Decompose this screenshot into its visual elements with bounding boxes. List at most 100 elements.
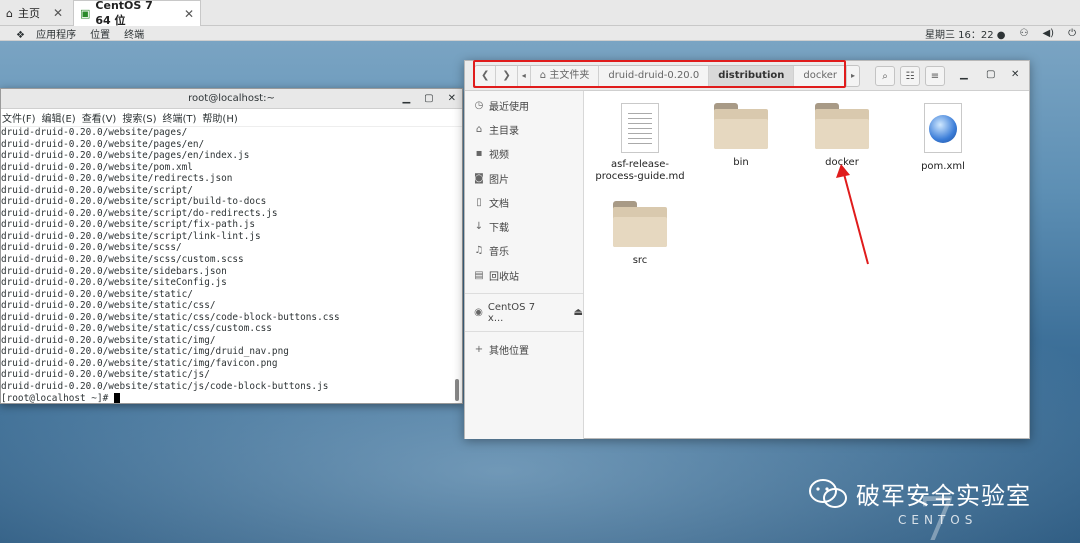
vm-tab-centos[interactable]: ▣ CentOS 7 64 位 ✕ (73, 0, 201, 27)
terminal-line: druid-druid-0.20.0/website/static/img/ (1, 334, 216, 346)
sidebar-item-documents[interactable]: ▯ 文档 (465, 190, 583, 214)
close-icon[interactable]: ✕ (53, 6, 63, 20)
maximize-button[interactable]: ▢ (986, 69, 995, 80)
maximize-button[interactable]: ▢ (424, 89, 433, 109)
sidebar-item-home[interactable]: ⌂ 主目录 (465, 117, 583, 141)
terminal-titlebar[interactable]: root@localhost:~ ▁ ▢ ✕ (1, 89, 462, 109)
vm-tab-label: 主页 (17, 7, 40, 20)
menu-view[interactable]: 查看(V) (82, 110, 117, 125)
volume-icon[interactable]: ◀) (1042, 28, 1054, 39)
terminal-line: druid-druid-0.20.0/website/script/do-red… (1, 207, 278, 219)
menu-edit[interactable]: 编辑(E) (42, 110, 76, 125)
sidebar-item-label: 最近使用 (489, 101, 529, 113)
sidebar-item-recent[interactable]: ◷ 最近使用 (465, 93, 583, 117)
file-name: src (632, 255, 648, 266)
file-item-pom-xml[interactable]: pom.xml (893, 103, 993, 172)
terminal-line: druid-druid-0.20.0/website/script/ (1, 184, 193, 196)
terminal-line: druid-druid-0.20.0/website/scss/ (1, 242, 182, 254)
highlight-box (473, 60, 846, 88)
terminal-line: druid-druid-0.20.0/website/static/img/dr… (1, 346, 289, 358)
vm-tab-bar: ⌂ 主页 ✕ ▣ CentOS 7 64 位 ✕ (0, 0, 1080, 27)
minimize-button[interactable]: ▁ (402, 89, 410, 109)
sidebar-item-videos[interactable]: ▪ 视频 (465, 142, 583, 166)
terminal-line: druid-druid-0.20.0/website/static/js/ (1, 369, 210, 381)
vm-icon: ▣ (80, 7, 91, 20)
folder-icon (613, 201, 667, 247)
menu-search[interactable]: 搜索(S) (122, 110, 156, 125)
network-icon[interactable]: ⚇ (1020, 28, 1029, 39)
disc-icon: ◉ (474, 307, 483, 319)
menu-terminal[interactable]: 终端(T) (163, 110, 197, 125)
clock[interactable]: 星期三 16：22 ● (925, 26, 1006, 41)
file-item-docker[interactable]: docker (792, 103, 892, 168)
terminal-line: druid-druid-0.20.0/website/pom.xml (1, 161, 193, 173)
file-item-bin[interactable]: bin (691, 103, 791, 168)
terminal-cursor (113, 393, 120, 403)
sidebar-item-pictures[interactable]: ◙ 图片 (465, 166, 583, 190)
vm-tab-home[interactable]: ⌂ 主页 ✕ (0, 0, 69, 26)
folder-icon (714, 103, 768, 149)
terminal-line: druid-druid-0.20.0/website/static/ (1, 288, 193, 300)
globe-icon (929, 115, 957, 143)
xml-file-icon (924, 103, 962, 153)
close-button[interactable]: ✕ (1011, 69, 1019, 80)
menu-button[interactable]: ≡ (925, 66, 945, 86)
view-toggle-button[interactable]: ☷ (900, 66, 920, 86)
terminal-window: root@localhost:~ ▁ ▢ ✕ 文件(F) 编辑(E) 查看(V)… (0, 88, 463, 404)
terminal-line: druid-druid-0.20.0/website/script/build-… (1, 196, 267, 208)
terminal-output[interactable]: druid-druid-0.20.0/website/pages/druid-d… (1, 127, 462, 403)
sidebar-item-other-locations[interactable]: + 其他位置 (465, 338, 583, 362)
terminal-menu[interactable]: 终端 (124, 26, 144, 41)
download-icon: ↓ (474, 221, 484, 233)
terminal-line: druid-druid-0.20.0/website/pages/ (1, 127, 188, 138)
power-icon[interactable]: ⏻ (1068, 28, 1076, 39)
video-icon: ▪ (475, 148, 483, 160)
sidebar-item-label: 图片 (489, 174, 509, 186)
apps-menu[interactable]: ❖ 应用程序 (8, 26, 76, 41)
watermark: 破军安全实验室 (808, 476, 1031, 511)
search-icon: ⌕ (882, 70, 888, 82)
close-button[interactable]: ✕ (448, 89, 456, 109)
file-grid: asf-release-process-guide.md bin docker … (585, 91, 1030, 439)
sidebar-item-label: 视频 (489, 150, 509, 162)
file-item-asf-release[interactable]: asf-release-process-guide.md (590, 103, 690, 183)
terminal-line: druid-druid-0.20.0/website/static/img/fa… (1, 357, 278, 369)
wechat-icon (809, 478, 847, 508)
home-icon: ⌂ (475, 123, 483, 135)
sidebar-divider (465, 330, 583, 332)
terminal-line: druid-druid-0.20.0/website/siteConfig.js (1, 277, 227, 289)
menu-file[interactable]: 文件(F) (2, 110, 36, 125)
file-name: asf-release-process-guide.md (595, 159, 685, 182)
terminal-line: druid-druid-0.20.0/website/script/fix-pa… (1, 219, 255, 231)
terminal-title: root@localhost:~ (188, 93, 275, 104)
camera-icon: ◙ (474, 172, 484, 184)
search-button[interactable]: ⌕ (875, 66, 895, 86)
terminal-line: druid-druid-0.20.0/website/sidebars.json (1, 265, 227, 277)
places-menu[interactable]: 位置 (90, 26, 110, 41)
terminal-scrollbar[interactable] (455, 379, 459, 401)
places-sidebar: ◷ 最近使用 ⌂ 主目录 ▪ 视频 ◙ 图片 ▯ 文档 ↓ 下载 ♫ 音乐 ▤ 回收站 ◉ Cen… (465, 91, 584, 439)
sidebar-divider (465, 293, 583, 295)
sidebar-item-label: CentOS 7 x... (487, 301, 536, 324)
sidebar-item-trash[interactable]: ▤ 回收站 (465, 263, 583, 287)
list-view-icon: ☷ (905, 70, 915, 82)
terminal-line: druid-druid-0.20.0/website/pages/en/ (1, 138, 205, 150)
close-icon[interactable]: ✕ (184, 7, 194, 21)
sidebar-item-device[interactable]: ◉ CentOS 7 x... ⏏ (465, 300, 583, 324)
path-scroll-right[interactable]: ▸ (847, 66, 859, 86)
minimize-button[interactable]: ▁ (960, 69, 968, 80)
plus-icon: + (474, 344, 484, 356)
terminal-line: druid-druid-0.20.0/website/static/css/cu… (1, 323, 272, 335)
sidebar-item-label: 音乐 (489, 247, 509, 259)
sidebar-item-music[interactable]: ♫ 音乐 (465, 239, 583, 263)
menu-help[interactable]: 帮助(H) (202, 110, 237, 125)
sidebar-item-label: 下载 (489, 223, 509, 235)
centos-wordmark: CENTOS (898, 513, 978, 527)
terminal-line: druid-druid-0.20.0/website/redirects.jso… (1, 173, 233, 185)
sidebar-item-label: 文档 (489, 198, 509, 210)
file-name: pom.xml (921, 161, 965, 172)
sidebar-item-downloads[interactable]: ↓ 下载 (465, 214, 583, 238)
eject-icon[interactable]: ⏏ (574, 307, 583, 318)
file-item-src[interactable]: src (590, 201, 690, 266)
red-arrow-annotation (836, 164, 869, 265)
